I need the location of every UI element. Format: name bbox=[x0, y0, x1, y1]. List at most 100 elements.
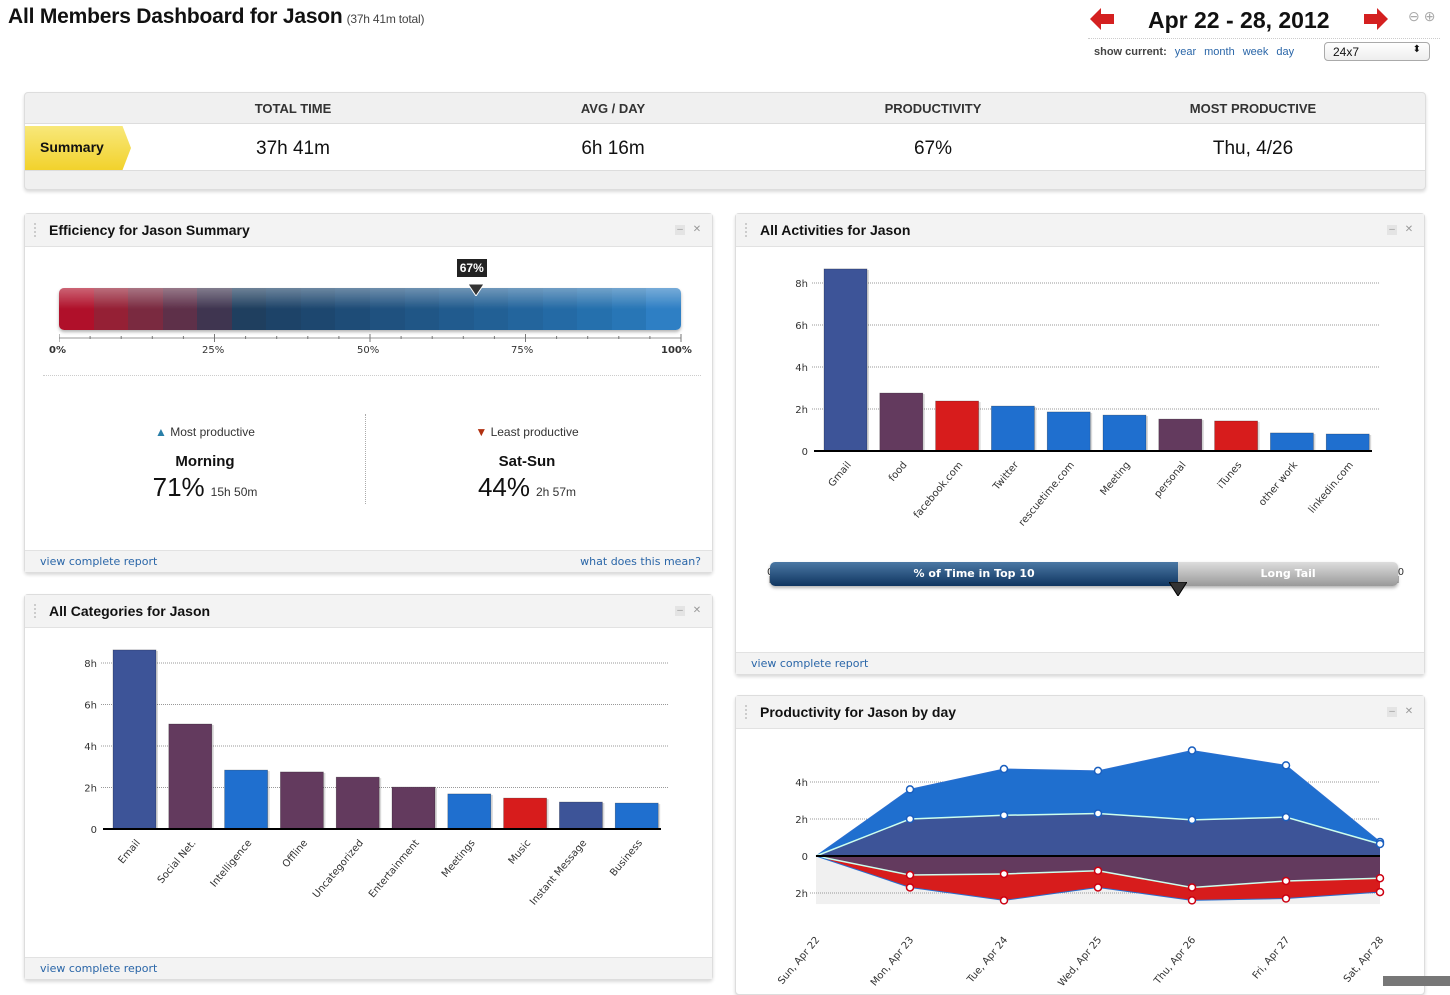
link-week[interactable]: week bbox=[1243, 46, 1269, 58]
link-month[interactable]: month bbox=[1204, 46, 1235, 58]
data-point bbox=[1281, 894, 1291, 903]
y-tick-label: 4h bbox=[84, 742, 97, 753]
select-chevron-icon: ⬍ bbox=[1412, 44, 1421, 55]
y-tick-label: 0 bbox=[91, 825, 97, 836]
page-title: All Members Dashboard for Jason (37h 41m … bbox=[8, 5, 424, 29]
axis-label-100: 100% bbox=[661, 345, 692, 356]
efficiency-segment bbox=[93, 288, 130, 330]
efficiency-segment bbox=[646, 288, 681, 330]
summary-panel: TOTAL TIME AVG / DAY PRODUCTIVITY MOST P… bbox=[24, 92, 1426, 190]
categories-panel: All Categories for Jason – ✕ 2h 4h 6h 8h 0 Emai… bbox=[24, 594, 713, 980]
drag-handle[interactable] bbox=[34, 604, 38, 618]
data-point bbox=[1375, 839, 1385, 849]
summary-header-most-productive: MOST PRODUCTIVE bbox=[1189, 101, 1317, 116]
close-icon[interactable]: ✕ bbox=[1404, 707, 1414, 717]
link-day[interactable]: day bbox=[1276, 46, 1294, 58]
bar bbox=[503, 797, 547, 830]
data-point bbox=[905, 870, 915, 880]
most-productive-name: Morning bbox=[175, 453, 235, 470]
y-tick-label: 4h bbox=[795, 778, 808, 789]
close-icon[interactable]: ✕ bbox=[692, 606, 702, 616]
corner-tab bbox=[1383, 976, 1450, 986]
x-tick-label: Entertainment bbox=[367, 838, 422, 900]
left-arrow-icon[interactable] bbox=[1090, 8, 1114, 30]
panel-title: Productivity for Jason by day bbox=[760, 704, 957, 720]
y-tick-label: 6h bbox=[84, 701, 97, 712]
y-tick-label: 8h bbox=[84, 659, 97, 670]
bar bbox=[1158, 418, 1203, 452]
efficiency-segment bbox=[162, 288, 199, 330]
x-tick-label: Sat, Apr 28 bbox=[1342, 935, 1386, 985]
close-icon[interactable]: ✕ bbox=[1404, 225, 1414, 235]
view-report-link[interactable]: view complete report bbox=[751, 657, 868, 670]
summary-value-total: 37h 41m bbox=[256, 138, 330, 159]
top10-marker-icon bbox=[1169, 582, 1188, 596]
bar bbox=[1046, 411, 1091, 452]
bar bbox=[935, 400, 979, 452]
show-current-label: show current: bbox=[1094, 46, 1167, 58]
view-report-link[interactable]: view complete report bbox=[40, 962, 157, 975]
drag-handle[interactable] bbox=[745, 223, 749, 237]
right-arrow-icon[interactable] bbox=[1364, 8, 1388, 30]
x-tick-label: Social Net. bbox=[156, 838, 199, 886]
x-tick-label: Uncategorized bbox=[311, 838, 366, 901]
least-productive-label: Least productive bbox=[490, 425, 579, 439]
link-year[interactable]: year bbox=[1175, 46, 1196, 58]
up-triangle-icon: ▲ bbox=[155, 425, 167, 439]
y-tick-label: 2h bbox=[795, 889, 808, 900]
efficiency-segment bbox=[128, 288, 164, 330]
x-tick-label: facebook.com bbox=[912, 460, 966, 521]
panel-title: All Categories for Jason bbox=[49, 603, 211, 619]
data-point bbox=[1187, 815, 1197, 825]
y-tick-label: 0 bbox=[802, 447, 808, 458]
divider bbox=[43, 375, 701, 376]
bar bbox=[879, 392, 924, 452]
divider bbox=[365, 414, 366, 504]
efficiency-segment bbox=[59, 288, 95, 330]
bar bbox=[1270, 432, 1314, 452]
summary-header-productivity: PRODUCTIVITY bbox=[884, 101, 982, 116]
page-title-text: All Members Dashboard for Jason bbox=[8, 5, 343, 28]
bar bbox=[1325, 433, 1370, 452]
zoom-in-icon[interactable]: ⊕ bbox=[1424, 8, 1436, 24]
efficiency-panel: Efficiency for Jason Summary – ✕ 67% 0% 25… bbox=[24, 213, 713, 573]
summary-value-productivity: 67% bbox=[913, 138, 953, 159]
x-tick-label: rescuetime.com bbox=[1017, 460, 1077, 529]
most-productive-time: 15h 50m bbox=[210, 485, 258, 499]
view-report-link[interactable]: view complete report bbox=[40, 555, 157, 568]
x-tick-label: food bbox=[887, 460, 910, 484]
axis-label-75: 75% bbox=[511, 345, 534, 356]
what-does-this-mean-link[interactable]: what does this mean? bbox=[580, 555, 701, 568]
x-tick-label: Intelligence bbox=[209, 838, 255, 890]
x-tick-label: Meeting bbox=[1098, 460, 1132, 498]
drag-handle[interactable] bbox=[34, 223, 38, 237]
efficiency-marker-icon bbox=[467, 284, 484, 296]
minimize-icon[interactable]: – bbox=[1387, 707, 1397, 717]
efficiency-axis bbox=[59, 334, 682, 342]
data-point bbox=[999, 896, 1009, 905]
drag-handle[interactable] bbox=[745, 705, 749, 719]
x-tick-label: other work bbox=[1257, 460, 1300, 509]
zoom-out-icon[interactable]: ⊖ bbox=[1408, 8, 1420, 24]
bar bbox=[280, 771, 324, 830]
y-tick-label: 6h bbox=[795, 321, 808, 332]
activities-bar-chart: 2h 4h 6h 8h 0 Gmail food facebook.com Twitterres… bbox=[795, 268, 1380, 529]
summary-value-avg: 6h 16m bbox=[581, 138, 645, 159]
down-triangle-icon: ▼ bbox=[475, 425, 488, 439]
range-select[interactable]: 24x7 ⬍ bbox=[1324, 42, 1430, 61]
minimize-icon[interactable]: – bbox=[675, 225, 685, 235]
x-tick-label: linkedin.com bbox=[1307, 460, 1356, 516]
close-icon[interactable]: ✕ bbox=[692, 225, 702, 235]
y-tick-label: 8h bbox=[795, 279, 808, 290]
most-productive-pct: 71% bbox=[152, 472, 205, 502]
efficiency-segment bbox=[231, 288, 268, 330]
minimize-icon[interactable]: – bbox=[675, 606, 685, 616]
productivity-panel: Productivity for Jason by day – ✕ 4h 2h 2h 0 S… bbox=[735, 695, 1425, 995]
productivity-area-chart: 4h 2h 2h 0 Sun, Apr 22 Mon, Apr 23 Tue, Apr 24… bbox=[776, 746, 1386, 989]
least-productive-name: Sat-Sun bbox=[498, 453, 556, 470]
panel-title: Efficiency for Jason Summary bbox=[49, 222, 250, 238]
most-productive-block: ▲ Most productive Morning 71% 15h 50m bbox=[55, 425, 355, 503]
efficiency-segment bbox=[300, 288, 337, 330]
efficiency-segment bbox=[335, 288, 371, 330]
minimize-icon[interactable]: – bbox=[1387, 225, 1397, 235]
